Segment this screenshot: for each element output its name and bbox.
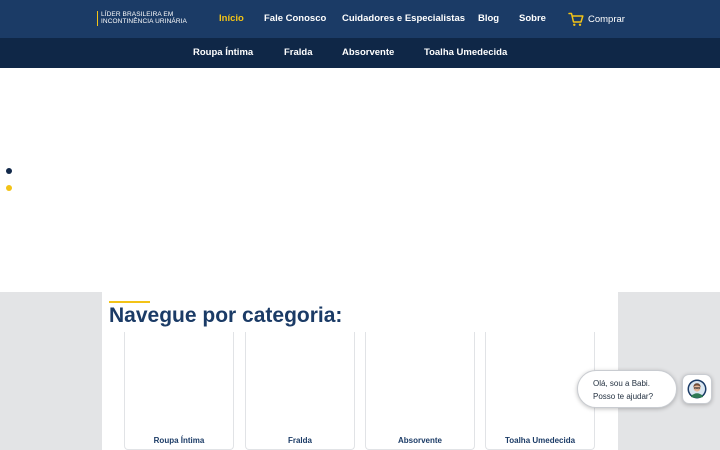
category-card-label: Absorvente	[397, 436, 442, 445]
chat-greeting-line-2: Posso te ajudar?	[593, 392, 654, 401]
cart-icon	[568, 12, 584, 26]
category-nav: Roupa Íntima Fralda Absorvente Toalha Um…	[0, 38, 720, 68]
nav-link-sobre[interactable]: Sobre	[519, 13, 546, 24]
nav-link-fale-conosco[interactable]: Fale Conosco	[264, 13, 326, 24]
nav-link-cuidadores-especialistas[interactable]: Cuidadores e Especialistas	[342, 13, 465, 24]
hero-carousel	[0, 68, 720, 292]
carousel-dot-2[interactable]	[6, 185, 12, 191]
cart-button[interactable]: Comprar	[568, 10, 625, 28]
category-nav-absorvente[interactable]: Absorvente	[342, 47, 394, 58]
category-card-fralda[interactable]: Fralda	[245, 332, 355, 450]
cart-label: Comprar	[588, 13, 625, 25]
category-card-roupa-intima[interactable]: Roupa Íntima	[124, 332, 234, 450]
brand-line-1: LÍDER BRASILEIRA EM	[101, 11, 174, 18]
category-card-label: Roupa Íntima	[153, 436, 205, 445]
top-navbar: LÍDER BRASILEIRA EM INCONTINÊNCIA URINÁR…	[0, 0, 720, 38]
section-title: Navegue por categoria:	[109, 304, 343, 327]
chat-assistant-avatar-icon	[687, 379, 707, 399]
category-card-label: Fralda	[287, 436, 312, 445]
nav-link-inicio[interactable]: Início	[219, 13, 244, 24]
category-panel: Navegue por categoria: Roupa Íntima Fral…	[102, 292, 618, 450]
brand-line-2: INCONTINÊNCIA URINÁRIA	[101, 18, 187, 25]
title-accent-line	[109, 301, 150, 303]
nav-link-blog[interactable]: Blog	[478, 13, 499, 24]
chat-open-button[interactable]	[682, 374, 712, 404]
carousel-dot-1[interactable]	[6, 168, 12, 174]
category-nav-roupa-intima[interactable]: Roupa Íntima	[193, 47, 253, 58]
chat-greeting-bubble[interactable]: Olá, sou a Babi. Posso te ajudar?	[577, 370, 677, 408]
category-nav-toalha-umedecida[interactable]: Toalha Umedecida	[424, 47, 507, 58]
brand-logo[interactable]: LÍDER BRASILEIRA EM INCONTINÊNCIA URINÁR…	[97, 11, 187, 26]
category-nav-fralda[interactable]: Fralda	[284, 47, 313, 58]
chat-greeting-line-1: Olá, sou a Babi.	[593, 379, 650, 388]
category-card-label: Toalha Umedecida	[504, 436, 576, 445]
category-card-absorvente[interactable]: Absorvente	[365, 332, 475, 450]
